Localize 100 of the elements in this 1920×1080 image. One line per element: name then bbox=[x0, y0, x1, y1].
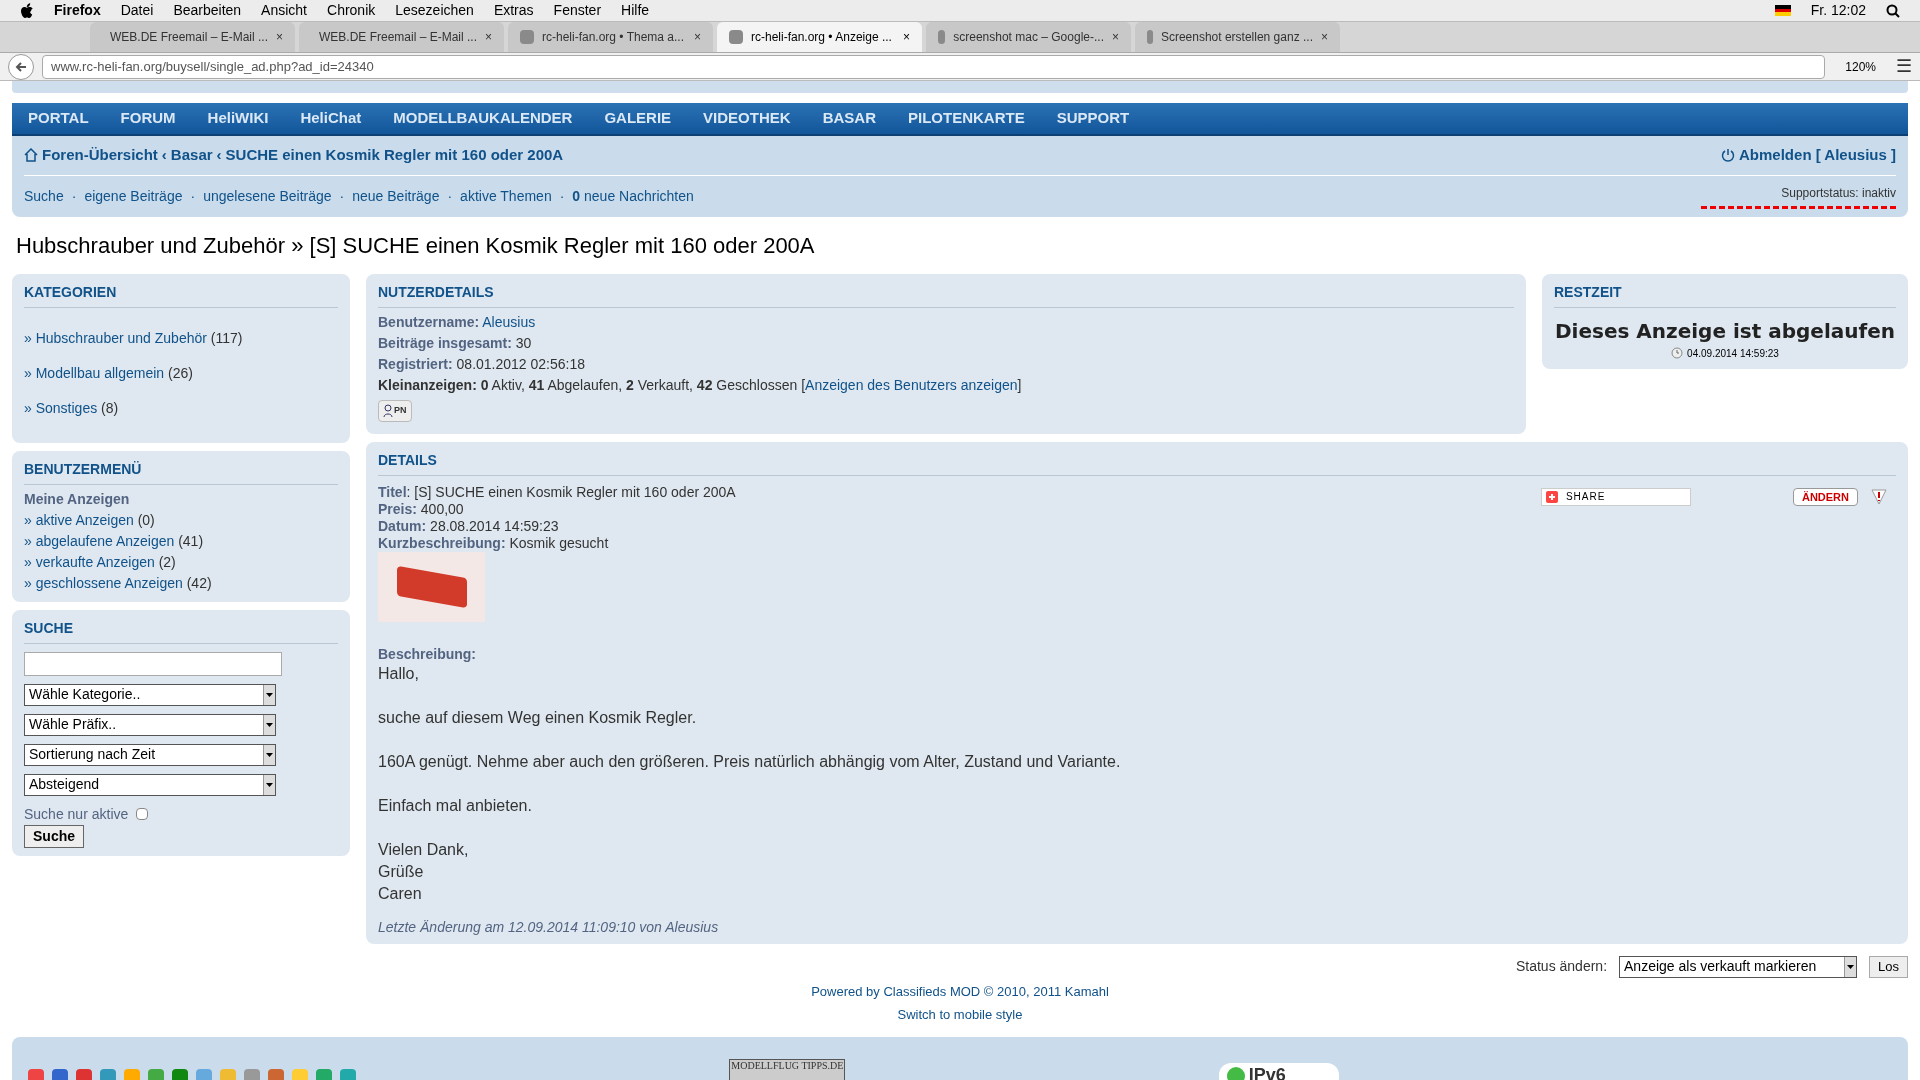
close-icon[interactable]: × bbox=[485, 28, 493, 46]
category-link[interactable]: » Hubschrauber und Zubehör (117) bbox=[24, 327, 338, 349]
home-icon[interactable] bbox=[24, 148, 38, 163]
menu-item[interactable]: Extras bbox=[493, 0, 534, 21]
quick-link[interactable]: neue Beiträge bbox=[352, 185, 440, 207]
browser-tab[interactable]: rc-heli-fan.org • Anzeige ... × bbox=[717, 22, 922, 52]
expiry-date: 04.09.2014 14:59:23 bbox=[1687, 346, 1779, 361]
social-icon[interactable] bbox=[196, 1068, 212, 1080]
close-icon[interactable]: × bbox=[276, 28, 284, 46]
nav-link[interactable]: PORTAL bbox=[28, 107, 89, 130]
menu-item[interactable]: Fenster bbox=[553, 0, 602, 21]
category-link[interactable]: » Modellbau allgemein (26) bbox=[24, 362, 338, 384]
breadcrumb-link[interactable]: SUCHE einen Kosmik Regler mit 160 oder 200A bbox=[225, 144, 564, 167]
flag-icon[interactable] bbox=[1774, 5, 1791, 16]
nav-link[interactable]: PILOTENKARTE bbox=[907, 107, 1025, 130]
warning-icon[interactable] bbox=[1870, 487, 1888, 506]
search-icon[interactable] bbox=[1886, 3, 1900, 18]
quick-link[interactable]: eigene Beiträge bbox=[84, 185, 183, 207]
browser-tab[interactable]: screenshot mac – Google-... × bbox=[926, 22, 1131, 52]
expired-message: Dieses Anzeige ist abgelaufen bbox=[1554, 317, 1896, 345]
nav-link[interactable]: VIDEOTHEK bbox=[703, 107, 791, 130]
quick-link[interactable]: ungelesene Beiträge bbox=[203, 185, 332, 207]
social-icon[interactable] bbox=[148, 1068, 164, 1080]
breadcrumb-link[interactable]: Foren-Übersicht bbox=[42, 144, 158, 167]
clock[interactable]: Fr. 12:02 bbox=[1810, 0, 1866, 21]
detail-field: Kurzbeschreibung: Kosmik gesucht bbox=[378, 534, 1541, 552]
menu-item[interactable]: Lesezeichen bbox=[395, 0, 474, 21]
description-text: 160A genügt. Nehme aber auch den größeren. Preis natürlich abhängig vom Alter, Zustand und Variante. bbox=[378, 751, 1122, 772]
browser-tab[interactable]: Screenshot erstellen ganz ... × bbox=[1135, 22, 1340, 52]
nav-link[interactable]: HeliChat bbox=[300, 107, 362, 130]
menu-item[interactable]: Bearbeiten bbox=[173, 0, 242, 21]
classifieds-link[interactable]: Classifieds MOD bbox=[883, 983, 981, 999]
close-icon[interactable]: × bbox=[694, 28, 701, 46]
messages-link[interactable]: 0 neue Nachrichten bbox=[572, 185, 694, 207]
site-logo[interactable]: MODELLFLUG TIPPS.DE bbox=[729, 1058, 846, 1080]
submit-button[interactable]: Los bbox=[1869, 955, 1908, 978]
close-icon[interactable]: × bbox=[1112, 28, 1119, 46]
menu-item[interactable]: Chronik bbox=[327, 0, 376, 21]
social-icon[interactable] bbox=[52, 1068, 68, 1080]
close-icon[interactable]: × bbox=[903, 28, 910, 46]
mobile-style-link[interactable]: Switch to mobile style bbox=[897, 1005, 1023, 1025]
menu-item[interactable]: Datei bbox=[120, 0, 154, 21]
plus-icon bbox=[1545, 490, 1558, 503]
nav-link[interactable]: SUPPORT bbox=[1056, 107, 1130, 130]
nav-link[interactable]: BASAR bbox=[822, 107, 876, 130]
pm-button[interactable]: PN bbox=[378, 399, 412, 422]
social-icon[interactable] bbox=[28, 1068, 44, 1080]
app-menu[interactable]: Firefox bbox=[54, 0, 101, 21]
nav-link[interactable]: HeliWIKI bbox=[207, 107, 269, 130]
social-icon[interactable] bbox=[316, 1068, 332, 1080]
browser-tab[interactable]: rc-heli-fan.org • Thema a... × bbox=[508, 22, 713, 52]
user-ads-link[interactable]: Anzeigen des Benutzers anzeigen bbox=[805, 376, 1018, 393]
browser-tab[interactable]: WEB.DE Freemail – E-Mail ... × bbox=[90, 22, 295, 52]
panel-title: NUTZERDETAILS bbox=[378, 281, 1514, 308]
powered-by-note: Powered by Classifieds MOD © 2010, 2011 Kamahl bbox=[811, 982, 1109, 1001]
caret-icon bbox=[263, 744, 275, 765]
menu-icon[interactable]: ☰ bbox=[1896, 53, 1912, 80]
search-button[interactable]: Suche bbox=[24, 824, 84, 848]
last-change-note: Letzte Änderung am 12.09.2014 11:09:10 von Aleusius bbox=[378, 918, 720, 936]
address-field[interactable]: www.rc-heli-fan.org/buysell/single_ad.php?ad_id=24340 bbox=[42, 54, 1826, 79]
quick-link[interactable]: aktive Themen bbox=[460, 185, 552, 207]
social-icon[interactable] bbox=[172, 1068, 188, 1080]
edit-button[interactable]: ÄNDERN bbox=[1792, 487, 1858, 506]
caret-icon bbox=[1844, 956, 1857, 977]
author-link[interactable]: Kamahl bbox=[1064, 983, 1109, 999]
dropdown[interactable]: Wähle Präfix.. bbox=[24, 713, 276, 736]
social-icon[interactable] bbox=[268, 1068, 284, 1080]
nav-link[interactable]: FORUM bbox=[120, 107, 176, 130]
dropdown[interactable]: Wähle Kategorie.. bbox=[24, 683, 276, 706]
social-icon[interactable] bbox=[76, 1068, 92, 1080]
share-button[interactable]: SHARE bbox=[1540, 487, 1691, 506]
breadcrumb-link[interactable]: Basar bbox=[170, 144, 213, 167]
menu-link[interactable]: » aktive Anzeigen (0) bbox=[24, 509, 338, 531]
nav-link[interactable]: MODELLBAUKALENDER bbox=[393, 107, 573, 130]
quick-link[interactable]: Suche bbox=[24, 185, 64, 207]
checkbox[interactable] bbox=[136, 808, 149, 820]
browser-tab[interactable]: WEB.DE Freemail – E-Mail ... × bbox=[299, 22, 504, 52]
dropdown[interactable]: Sortierung nach Zeit bbox=[24, 743, 276, 766]
back-button[interactable] bbox=[8, 53, 34, 80]
menu-item[interactable]: Hilfe bbox=[621, 0, 650, 21]
nav-link[interactable]: GALERIE bbox=[604, 107, 672, 130]
social-icon[interactable] bbox=[244, 1068, 260, 1080]
menu-link[interactable]: » geschlossene Anzeigen (42) bbox=[24, 572, 338, 594]
apple-logo-icon[interactable] bbox=[20, 2, 34, 19]
favicon-icon bbox=[729, 30, 743, 44]
close-icon[interactable]: × bbox=[1321, 28, 1328, 46]
dropdown[interactable]: Absteigend bbox=[24, 773, 276, 796]
category-link[interactable]: » Sonstiges (8) bbox=[24, 397, 338, 419]
dropdown[interactable]: Anzeige als verkauft markieren bbox=[1619, 955, 1858, 978]
power-icon[interactable] bbox=[1721, 148, 1736, 163]
subheading: Meine Anzeigen bbox=[24, 489, 131, 509]
checkbox-label: Suche nur aktive bbox=[24, 804, 129, 824]
search-field[interactable] bbox=[24, 651, 282, 676]
social-icon[interactable] bbox=[340, 1068, 356, 1080]
menu-item[interactable]: Ansicht bbox=[261, 0, 307, 21]
logout-link[interactable]: Abmelden [ Aleusius ] bbox=[1739, 144, 1896, 167]
menu-link[interactable]: » abgelaufene Anzeigen (41) bbox=[24, 530, 338, 552]
menu-link[interactable]: » verkaufte Anzeigen (2) bbox=[24, 551, 338, 573]
support-status: Supportstatus: inaktiv bbox=[1701, 183, 1896, 209]
social-icon[interactable] bbox=[100, 1068, 116, 1080]
